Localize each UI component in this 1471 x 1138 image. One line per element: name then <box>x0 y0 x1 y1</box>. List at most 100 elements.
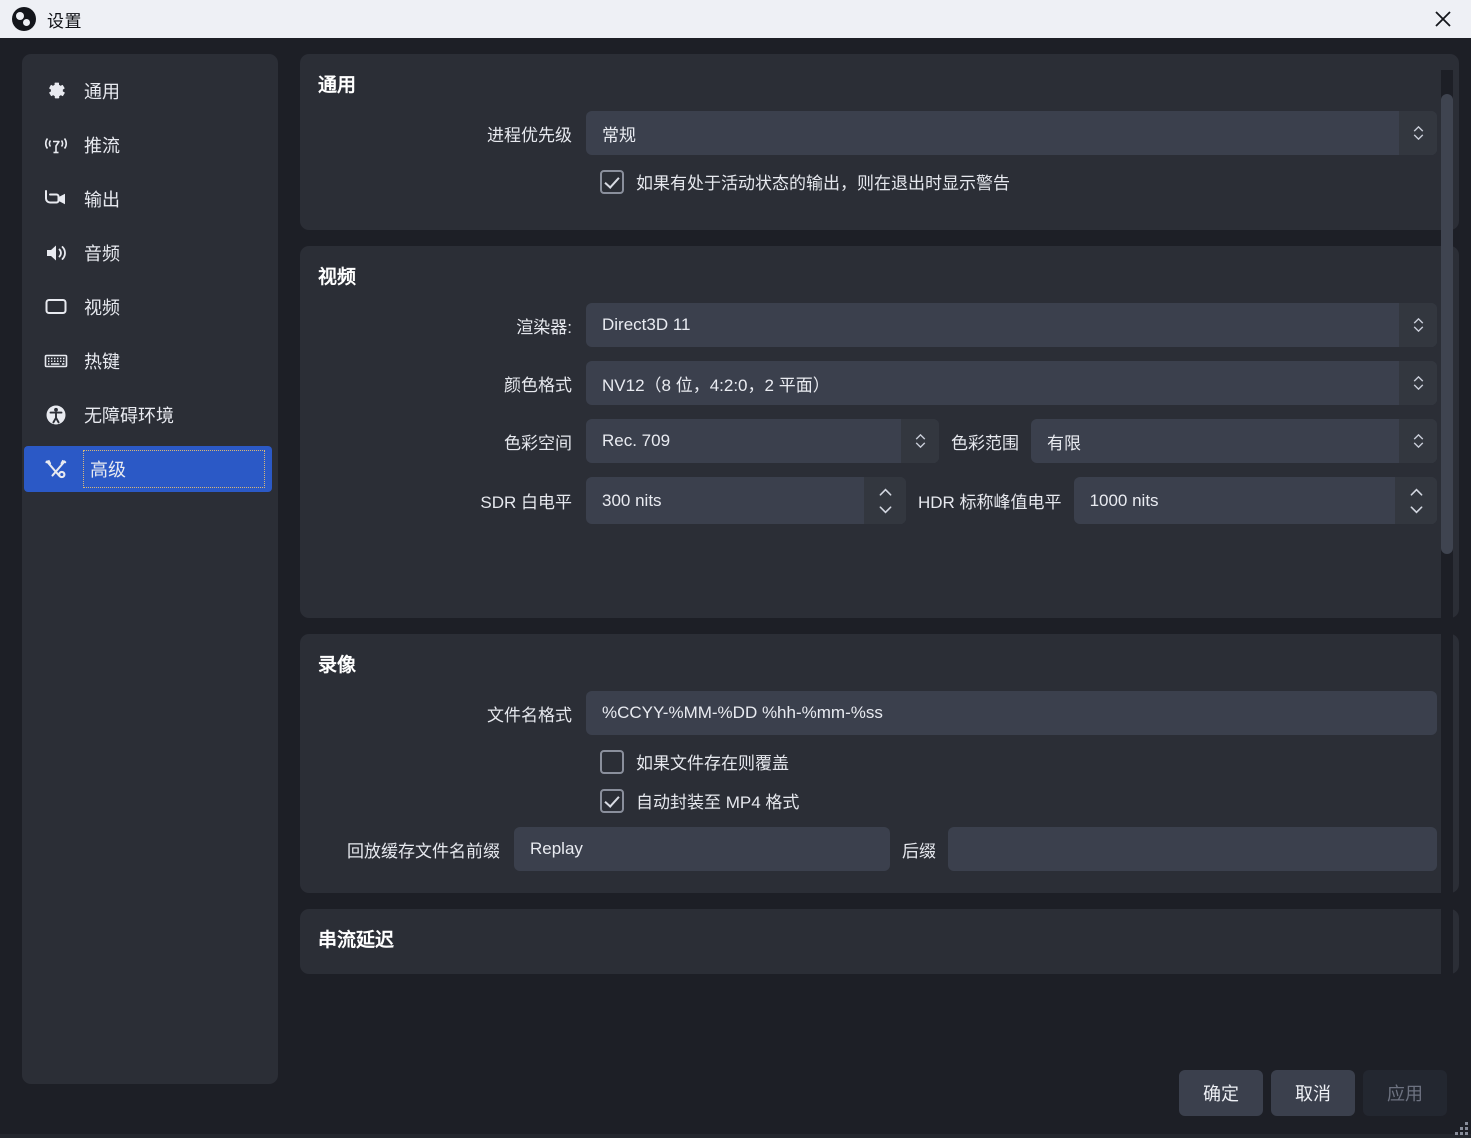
chevron-updown-icon[interactable] <box>901 419 939 463</box>
gear-icon <box>42 77 70 105</box>
color-format-value: NV12（8 位，4:2:0，2 平面） <box>602 375 830 395</box>
panel-stream-delay: 串流延迟 <box>300 909 1459 974</box>
obs-logo-icon <box>12 7 36 31</box>
panel-video: 视频 渲染器: Direct3D 11 颜色格式 NV12（8 位，4:2:0，… <box>300 246 1459 618</box>
settings-window: 设置 通用 推流 输出 音频 视频 热键 无障碍环境 高级 通用 进程优先级 常… <box>0 0 1471 1138</box>
sidebar-item-video[interactable]: 视频 <box>22 284 278 330</box>
replay-prefix-input[interactable]: Replay <box>514 827 890 871</box>
row-renderer: 渲染器: Direct3D 11 <box>314 303 1437 347</box>
overwrite-checkbox[interactable] <box>600 749 624 774</box>
row-automux: 自动封装至 MP4 格式 <box>314 788 1437 813</box>
sdr-white-level-value: 300 nits <box>602 490 662 510</box>
chevron-updown-icon[interactable] <box>1399 303 1437 347</box>
replay-prefix-label: 回放缓存文件名前缀 <box>347 841 500 861</box>
exit-warning-label: 如果有处于活动状态的输出，则在退出时显示警告 <box>636 174 1010 193</box>
renderer-value: Direct3D 11 <box>602 315 691 334</box>
row-color-space-range: 色彩空间 Rec. 709 色彩范围 有限 <box>314 419 1437 463</box>
process-priority-label: 进程优先级 <box>487 125 572 145</box>
automux-label: 自动封装至 MP4 格式 <box>636 793 800 812</box>
row-sdr-hdr: SDR 白电平 300 nits HDR 标称峰值电平 1000 nits <box>314 477 1437 524</box>
sidebar-item-label: 输出 <box>84 190 120 210</box>
close-icon[interactable] <box>1415 0 1471 38</box>
window-title: 设置 <box>47 11 82 31</box>
process-priority-value: 常规 <box>602 125 636 145</box>
sidebar-item-general[interactable]: 通用 <box>22 68 278 114</box>
sdr-white-level-label: SDR 白电平 <box>480 493 572 512</box>
hdr-peak-level-label: HDR 标称峰值电平 <box>918 493 1062 512</box>
sidebar-item-audio[interactable]: 音频 <box>22 230 278 276</box>
cancel-button[interactable]: 取消 <box>1271 1070 1355 1116</box>
filename-format-label: 文件名格式 <box>487 705 572 725</box>
renderer-select[interactable]: Direct3D 11 <box>586 303 1437 347</box>
sidebar-item-label: 无障碍环境 <box>84 406 174 426</box>
chevron-updown-icon[interactable] <box>1399 111 1437 155</box>
color-format-select[interactable]: NV12（8 位，4:2:0，2 平面） <box>586 361 1437 405</box>
row-overwrite: 如果文件存在则覆盖 <box>314 749 1437 774</box>
color-space-select[interactable]: Rec. 709 <box>586 419 939 463</box>
exit-warning-checkbox[interactable] <box>600 169 624 194</box>
color-space-label: 色彩空间 <box>504 433 572 453</box>
panel-title: 录像 <box>318 655 357 676</box>
speaker-icon <box>42 239 70 267</box>
sidebar-item-hotkeys[interactable]: 热键 <box>22 338 278 384</box>
overwrite-label: 如果文件存在则覆盖 <box>636 754 789 773</box>
dialog-buttons: 确定 取消 应用 <box>1179 1070 1447 1116</box>
sidebar-item-label: 通用 <box>84 82 120 102</box>
row-exit-warning: 如果有处于活动状态的输出，则在退出时显示警告 <box>314 169 1437 194</box>
color-space-value: Rec. 709 <box>602 431 671 450</box>
sidebar-item-label: 热键 <box>84 352 120 372</box>
panel-recording: 录像 文件名格式 %CCYY-%MM-%DD %hh-%mm-%ss 如果文件存… <box>300 634 1459 893</box>
replay-prefix-value: Replay <box>530 839 583 858</box>
keyboard-icon <box>42 347 70 375</box>
monitor-icon <box>42 293 70 321</box>
title-bar: 设置 <box>0 0 1471 38</box>
content-scrollbar[interactable] <box>1441 70 1453 1076</box>
spinner-arrows-icon[interactable] <box>1395 477 1437 524</box>
sidebar-item-label: 高级 <box>83 450 265 488</box>
hdr-peak-level-value: 1000 nits <box>1089 490 1159 510</box>
color-range-value: 有限 <box>1047 433 1081 453</box>
replay-suffix-label: 后缀 <box>902 841 936 861</box>
settings-body: 通用 推流 输出 音频 视频 热键 无障碍环境 高级 通用 进程优先级 常规 如… <box>0 38 1471 1138</box>
row-replay-prefix-suffix: 回放缓存文件名前缀 Replay 后缀 <box>314 827 1437 871</box>
sidebar-item-output[interactable]: 输出 <box>22 176 278 222</box>
row-process-priority: 进程优先级 常规 <box>314 111 1437 155</box>
panel-title: 串流延迟 <box>318 930 395 951</box>
color-range-label: 色彩范围 <box>951 433 1019 453</box>
chevron-updown-icon[interactable] <box>1399 419 1437 463</box>
sidebar-item-label: 音频 <box>84 244 120 264</box>
row-filename-format: 文件名格式 %CCYY-%MM-%DD %hh-%mm-%ss <box>314 691 1437 735</box>
ok-button[interactable]: 确定 <box>1179 1070 1263 1116</box>
filename-format-value: %CCYY-%MM-%DD %hh-%mm-%ss <box>602 703 883 722</box>
hdr-peak-level-spinner[interactable]: 1000 nits <box>1073 477 1437 524</box>
resize-grip[interactable] <box>1454 1121 1468 1135</box>
color-format-label: 颜色格式 <box>504 375 572 395</box>
sdr-white-level-spinner[interactable]: 300 nits <box>586 477 906 524</box>
automux-checkbox[interactable] <box>600 788 624 813</box>
panel-general: 通用 进程优先级 常规 如果有处于活动状态的输出，则在退出时显示警告 <box>300 54 1459 230</box>
sidebar-item-advanced[interactable]: 高级 <box>24 446 272 492</box>
accessibility-icon <box>42 401 70 429</box>
sidebar-item-stream[interactable]: 推流 <box>22 122 278 168</box>
row-color-format: 颜色格式 NV12（8 位，4:2:0，2 平面） <box>314 361 1437 405</box>
broadcast-icon <box>42 131 70 159</box>
chevron-updown-icon[interactable] <box>1399 361 1437 405</box>
apply-button[interactable]: 应用 <box>1363 1070 1447 1116</box>
panel-title: 通用 <box>318 75 357 96</box>
settings-sidebar: 通用 推流 输出 音频 视频 热键 无障碍环境 高级 <box>22 54 278 1084</box>
panel-title: 视频 <box>318 267 357 288</box>
sidebar-item-accessibility[interactable]: 无障碍环境 <box>22 392 278 438</box>
renderer-label: 渲染器: <box>516 317 572 337</box>
settings-content: 通用 进程优先级 常规 如果有处于活动状态的输出，则在退出时显示警告 视频 渲染… <box>300 54 1459 1138</box>
color-range-select[interactable]: 有限 <box>1031 419 1437 463</box>
window-bottom-edge <box>0 1134 1471 1138</box>
spinner-arrows-icon[interactable] <box>864 477 906 524</box>
sidebar-item-label: 推流 <box>84 136 120 156</box>
video-camera-icon <box>42 185 70 213</box>
replay-suffix-input[interactable] <box>948 827 1437 871</box>
filename-format-input[interactable]: %CCYY-%MM-%DD %hh-%mm-%ss <box>586 691 1437 735</box>
scrollbar-thumb[interactable] <box>1441 94 1453 554</box>
process-priority-select[interactable]: 常规 <box>586 111 1437 155</box>
tools-icon <box>42 455 70 483</box>
sidebar-item-label: 视频 <box>84 298 120 318</box>
